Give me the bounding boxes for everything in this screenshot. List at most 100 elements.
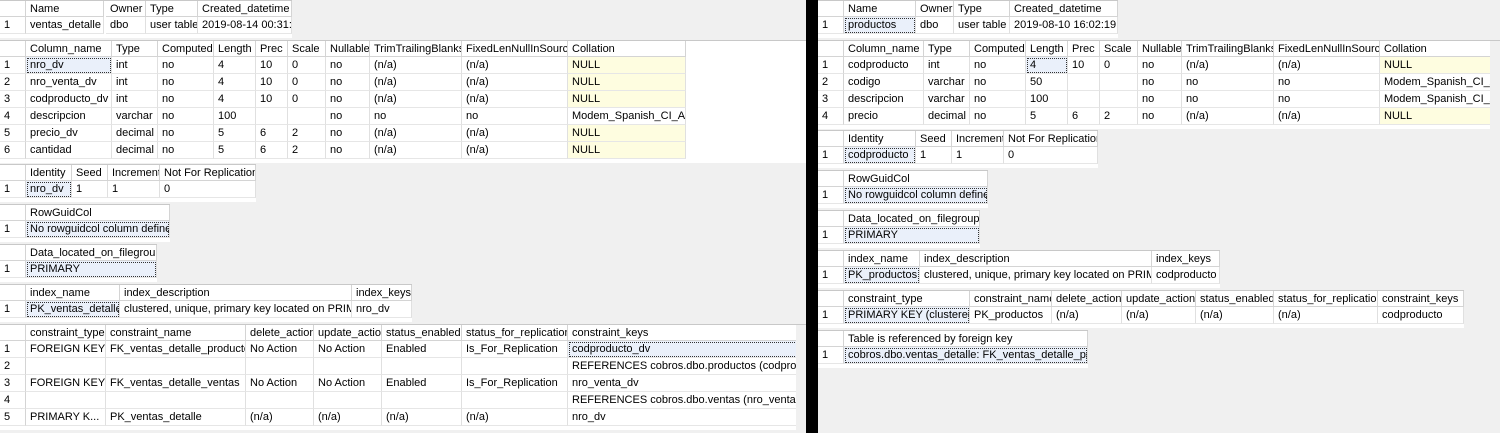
- table-cell[interactable]: decimal: [924, 108, 970, 125]
- row-number-header[interactable]: [0, 41, 26, 57]
- table-cell[interactable]: no: [158, 57, 214, 74]
- row-number[interactable]: 1: [818, 147, 844, 164]
- selected-cell[interactable]: PRIMARY: [844, 227, 980, 244]
- table-cell[interactable]: 1: [952, 147, 1004, 164]
- table-cell[interactable]: no: [1274, 91, 1380, 108]
- table-row[interactable]: 1 PK_ventas_detalle clustered, unique, pri…: [0, 301, 412, 318]
- table-cell[interactable]: (n/a): [314, 409, 382, 426]
- table-cell[interactable]: (n/a): [246, 409, 314, 426]
- table-row[interactable]: 1 PRIMARY: [0, 261, 157, 278]
- column-header[interactable]: Seed: [916, 131, 952, 147]
- table-cell[interactable]: no: [158, 125, 214, 142]
- row-number-header[interactable]: [818, 171, 844, 187]
- table-cell[interactable]: [256, 108, 288, 125]
- table-cell[interactable]: (n/a): [1182, 57, 1274, 74]
- column-header[interactable]: Not For Replication: [160, 165, 256, 181]
- table-cell[interactable]: (n/a): [1274, 307, 1378, 324]
- table-cell[interactable]: [26, 358, 106, 375]
- table-cell[interactable]: no: [1274, 74, 1380, 91]
- selected-cell[interactable]: nro_dv: [26, 181, 72, 198]
- table-cell[interactable]: [26, 392, 106, 409]
- table-cell[interactable]: (n/a): [1196, 307, 1274, 324]
- column-header[interactable]: constraint_type: [26, 325, 106, 341]
- table-cell[interactable]: 0: [160, 181, 256, 198]
- column-header[interactable]: Column_name: [26, 41, 112, 57]
- column-header[interactable]: Nullable: [326, 41, 370, 57]
- table-cell[interactable]: Is_For_Replication: [462, 375, 568, 392]
- table-cell[interactable]: 0: [1004, 147, 1098, 164]
- table-cell[interactable]: [1100, 74, 1138, 91]
- table-cell[interactable]: 0: [1100, 57, 1138, 74]
- column-header[interactable]: index_keys: [352, 285, 412, 301]
- table-cell[interactable]: (n/a): [462, 409, 568, 426]
- column-header[interactable]: Length: [214, 41, 256, 57]
- row-number[interactable]: 1: [818, 347, 844, 364]
- table-cell[interactable]: NULL: [568, 74, 686, 91]
- column-header[interactable]: TrimTrailingBlanks: [370, 41, 462, 57]
- table-cell[interactable]: user table: [954, 17, 1010, 34]
- column-header[interactable]: Computed: [158, 41, 214, 57]
- table-row[interactable]: 4 precio decimal no 5 6 2 no (n/a) (n/a) NULL: [818, 108, 1500, 125]
- table-cell[interactable]: 10: [256, 91, 288, 108]
- table-cell[interactable]: 1: [72, 181, 108, 198]
- table-cell[interactable]: [288, 108, 326, 125]
- table-cell[interactable]: int: [924, 57, 970, 74]
- table-cell[interactable]: nro_dv: [568, 409, 802, 426]
- column-header[interactable]: status_enabled: [1196, 291, 1274, 307]
- table-cell[interactable]: 10: [256, 74, 288, 91]
- table-cell[interactable]: [106, 358, 246, 375]
- table-cell[interactable]: 4: [214, 57, 256, 74]
- row-number[interactable]: 5: [0, 125, 26, 142]
- row-number[interactable]: 2: [818, 74, 844, 91]
- table-cell[interactable]: ventas_detalle: [26, 17, 104, 34]
- column-header[interactable]: Nullable: [1138, 41, 1182, 57]
- table-cell[interactable]: (n/a): [1122, 307, 1196, 324]
- row-number-header[interactable]: [0, 245, 26, 261]
- column-header[interactable]: Prec: [256, 41, 288, 57]
- column-header[interactable]: Name: [844, 1, 916, 17]
- table-cell[interactable]: Enabled: [382, 375, 462, 392]
- column-header[interactable]: constraint_type: [844, 291, 970, 307]
- column-header[interactable]: TrimTrailingBlanks: [1182, 41, 1274, 57]
- column-header[interactable]: Increment: [108, 165, 160, 181]
- column-header[interactable]: Length: [1026, 41, 1068, 57]
- table-cell[interactable]: no: [970, 57, 1026, 74]
- table-cell[interactable]: precio_dv: [26, 125, 112, 142]
- column-header[interactable]: Increment: [952, 131, 1004, 147]
- table-cell[interactable]: codproducto: [1378, 307, 1464, 324]
- table-cell[interactable]: no: [970, 74, 1026, 91]
- column-header[interactable]: Owner: [106, 1, 146, 17]
- table-cell[interactable]: nro_venta_dv: [568, 375, 802, 392]
- column-header[interactable]: Data_located_on_filegroup: [26, 245, 157, 261]
- table-cell[interactable]: REFERENCES cobros.dbo.productos (codprod…: [568, 358, 802, 375]
- table-cell[interactable]: no: [158, 91, 214, 108]
- table-cell[interactable]: [382, 392, 462, 409]
- table-cell[interactable]: clustered, unique, primary key located o…: [120, 301, 352, 318]
- table-cell[interactable]: varchar: [112, 108, 158, 125]
- table-cell[interactable]: 5: [1026, 108, 1068, 125]
- row-number-header[interactable]: [0, 205, 26, 221]
- table-row[interactable]: 1 No rowguidcol column defined.: [0, 221, 170, 238]
- table-cell[interactable]: 2019-08-14 00:31:27.657: [198, 17, 292, 34]
- table-row[interactable]: 1 nro_dv 1 1 0: [0, 181, 256, 198]
- column-header[interactable]: index_name: [844, 251, 920, 267]
- column-header[interactable]: Prec: [1068, 41, 1100, 57]
- table-cell[interactable]: (n/a): [382, 409, 462, 426]
- table-cell[interactable]: 4: [214, 91, 256, 108]
- table-cell[interactable]: codproducto_dv: [26, 91, 112, 108]
- column-header[interactable]: Seed: [72, 165, 108, 181]
- row-number-header[interactable]: [818, 1, 844, 17]
- table-cell[interactable]: (n/a): [1274, 57, 1380, 74]
- row-number[interactable]: 4: [0, 392, 26, 409]
- table-cell[interactable]: no: [326, 125, 370, 142]
- row-number[interactable]: 2: [0, 74, 26, 91]
- table-cell[interactable]: PK_ventas_detalle: [106, 409, 246, 426]
- column-header[interactable]: FixedLenNullInSource: [1274, 41, 1380, 57]
- table-cell[interactable]: 0: [288, 57, 326, 74]
- row-number[interactable]: 6: [0, 142, 26, 159]
- table-cell[interactable]: clustered, unique, primary key located o…: [920, 267, 1152, 284]
- table-cell[interactable]: decimal: [112, 125, 158, 142]
- table-cell[interactable]: FOREIGN KEY: [26, 341, 106, 358]
- table-cell[interactable]: no: [970, 91, 1026, 108]
- row-number-header[interactable]: [0, 165, 26, 181]
